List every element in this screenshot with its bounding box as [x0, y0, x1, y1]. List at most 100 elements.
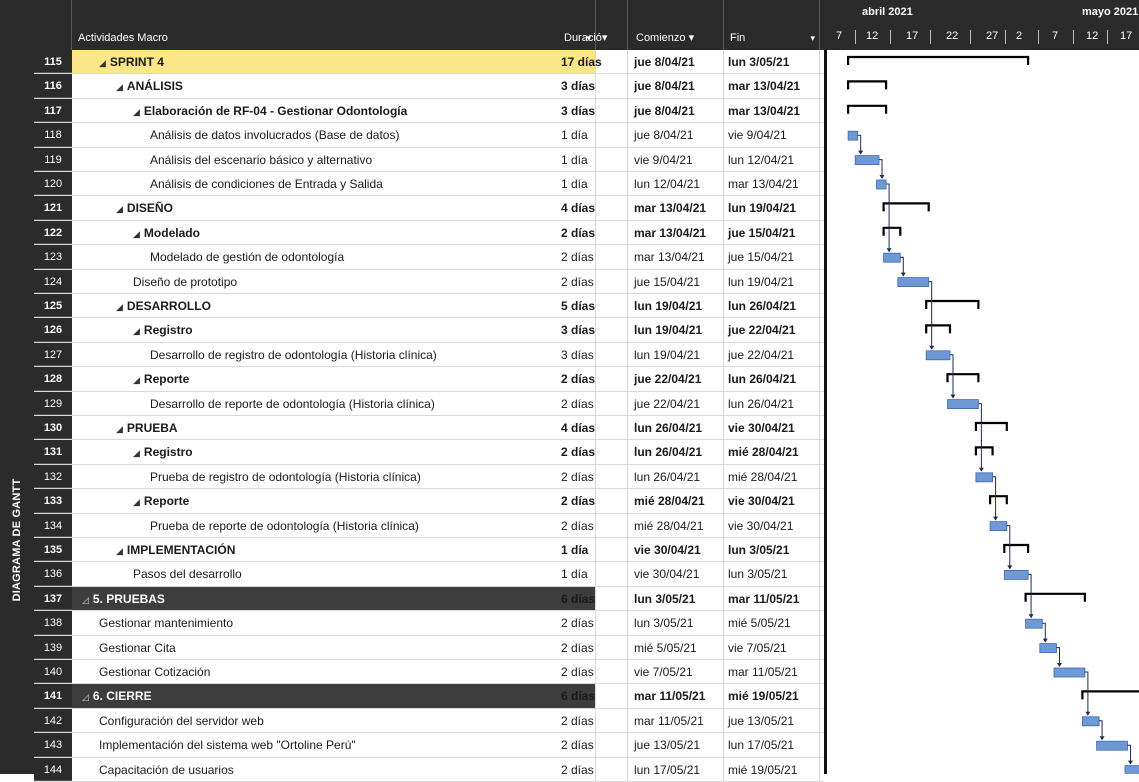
task-row[interactable]: 123 Modelado de gestión de odontología 2 d…: [34, 245, 824, 270]
task-name-cell[interactable]: Prueba de reporte de odontología (Histor…: [72, 513, 596, 537]
start-date-cell[interactable]: jue 8/04/21: [630, 50, 724, 74]
task-bar[interactable]: [883, 252, 901, 263]
end-date-cell[interactable]: lun 17/05/21: [724, 733, 820, 757]
duration-cell[interactable]: 2 días: [558, 391, 628, 415]
start-date-cell[interactable]: lun 19/04/21: [630, 342, 724, 367]
summary-bar[interactable]: [946, 373, 980, 383]
row-id[interactable]: 118: [34, 123, 72, 147]
start-date-cell[interactable]: mié 28/04/21: [630, 489, 724, 513]
task-name-cell[interactable]: Gestionar Cotización: [72, 660, 596, 684]
task-row[interactable]: 129 Desarrollo de reporte de odontología …: [34, 391, 824, 416]
duration-cell[interactable]: 6 días: [558, 684, 628, 708]
end-date-cell[interactable]: mié 5/05/21: [724, 611, 820, 635]
summary-bar[interactable]: [925, 324, 952, 334]
duration-cell[interactable]: 1 día: [558, 123, 628, 147]
end-date-cell[interactable]: lun 19/04/21: [724, 269, 820, 293]
end-date-cell[interactable]: mié 28/04/21: [724, 464, 820, 489]
collapse-triangle-icon[interactable]: ◢: [116, 424, 123, 434]
task-name-cell[interactable]: ◿ 6. CIERRE: [72, 684, 596, 708]
start-date-cell[interactable]: jue 22/04/21: [630, 367, 724, 391]
task-bar[interactable]: [947, 399, 979, 410]
collapse-triangle-icon[interactable]: ◢: [116, 204, 123, 214]
collapse-triangle-icon[interactable]: ◢: [116, 546, 123, 556]
task-row[interactable]: 144 Capacitación de usuarios 2 días lun 17/…: [34, 757, 824, 782]
row-id[interactable]: 115: [34, 50, 72, 74]
row-id[interactable]: 129: [34, 391, 72, 415]
end-date-cell[interactable]: lun 3/05/21: [724, 50, 820, 74]
end-date-cell[interactable]: lun 19/04/21: [724, 196, 820, 220]
task-row[interactable]: 142 Configuración del servidor web 2 días m…: [34, 708, 824, 734]
summary-bar[interactable]: [1081, 690, 1139, 700]
end-date-cell[interactable]: vie 7/05/21: [724, 635, 820, 659]
end-date-cell[interactable]: lun 26/04/21: [724, 391, 820, 415]
task-row[interactable]: 134 Prueba de reporte de odontología (His…: [34, 513, 824, 538]
task-row[interactable]: 130 ◢ PRUEBA 4 días lun 26/04/21 vie 30/04/21: [34, 416, 824, 441]
summary-bar[interactable]: [925, 299, 980, 309]
task-row[interactable]: 133 ◢ Reporte 2 días mié 28/04/21 vie 30/04/2…: [34, 489, 824, 514]
task-bar[interactable]: [925, 350, 951, 361]
end-date-cell[interactable]: jue 13/05/21: [724, 708, 820, 733]
task-row[interactable]: 121 ◢ DISEÑO 4 días mar 13/04/21 lun 19/04/21: [34, 196, 824, 221]
task-name-cell[interactable]: ◢ DESARROLLO: [72, 294, 596, 318]
summary-bar[interactable]: [882, 226, 902, 236]
row-id[interactable]: 121: [34, 196, 72, 220]
task-row[interactable]: 115 ◢ SPRINT 4 17 días jue 8/04/21 lun 3/05/2…: [34, 50, 824, 75]
task-name-cell[interactable]: ◿ 5. PRUEBAS: [72, 586, 596, 611]
task-bar[interactable]: [1053, 667, 1086, 678]
start-date-cell[interactable]: jue 8/04/21: [630, 123, 724, 147]
task-name-cell[interactable]: ◢ Registro: [72, 440, 596, 464]
duration-cell[interactable]: 2 días: [558, 513, 628, 537]
task-name-cell[interactable]: Modelado de gestión de odontología: [72, 245, 596, 269]
duration-cell[interactable]: 6 días: [558, 586, 628, 611]
duration-cell[interactable]: 1 día: [558, 147, 628, 171]
task-name-cell[interactable]: ◢ ANÁLISIS: [72, 74, 596, 98]
start-date-cell[interactable]: vie 30/04/21: [630, 562, 724, 586]
row-id[interactable]: 125: [34, 294, 72, 318]
row-index-header[interactable]: [34, 0, 72, 50]
duration-cell[interactable]: 2 días: [558, 440, 628, 464]
duration-cell[interactable]: 2 días: [558, 757, 628, 781]
collapse-triangle-icon[interactable]: ◢: [133, 497, 140, 507]
start-date-cell[interactable]: mar 13/04/21: [630, 220, 724, 245]
summary-bar[interactable]: [847, 104, 888, 114]
task-name-cell[interactable]: ◢ SPRINT 4: [72, 50, 596, 74]
col-header-actividades[interactable]: Actividades Macro ▾: [72, 0, 596, 50]
collapse-triangle-icon[interactable]: ◢: [133, 229, 140, 239]
end-date-cell[interactable]: lun 3/05/21: [724, 562, 820, 586]
end-date-cell[interactable]: jue 22/04/21: [724, 342, 820, 367]
task-row[interactable]: 126 ◢ Registro 3 días lun 19/04/21 jue 22/04/…: [34, 318, 824, 343]
duration-cell[interactable]: 2 días: [558, 611, 628, 635]
duration-cell[interactable]: 4 días: [558, 196, 628, 220]
start-date-cell[interactable]: jue 15/04/21: [630, 269, 724, 293]
start-date-cell[interactable]: mar 13/04/21: [630, 245, 724, 269]
task-bar[interactable]: [897, 277, 930, 288]
end-date-cell[interactable]: vie 9/04/21: [724, 123, 820, 147]
row-id[interactable]: 140: [34, 660, 72, 684]
start-date-cell[interactable]: lun 26/04/21: [630, 416, 724, 440]
end-date-cell[interactable]: mié 28/04/21: [724, 440, 820, 464]
task-name-cell[interactable]: Prueba de registro de odontología (Histo…: [72, 464, 596, 489]
task-row[interactable]: 127 Desarrollo de registro de odontología…: [34, 342, 824, 368]
start-date-cell[interactable]: lun 19/04/21: [630, 318, 724, 342]
end-date-cell[interactable]: mar 13/04/21: [724, 172, 820, 196]
duration-cell[interactable]: 2 días: [558, 660, 628, 684]
duration-cell[interactable]: 2 días: [558, 489, 628, 513]
row-id[interactable]: 144: [34, 757, 72, 781]
row-id[interactable]: 137: [34, 586, 72, 611]
task-name-cell[interactable]: ◢ DISEÑO: [72, 196, 596, 220]
row-id[interactable]: 123: [34, 245, 72, 269]
collapse-triangle-icon[interactable]: ◢: [133, 448, 140, 458]
task-name-cell[interactable]: Diseño de prototipo: [72, 269, 596, 293]
start-date-cell[interactable]: lun 12/04/21: [630, 172, 724, 196]
task-bar[interactable]: [1081, 716, 1100, 727]
task-row[interactable]: 118 Análisis de datos involucrados (Base …: [34, 123, 824, 148]
col-header-duracion[interactable]: Duració▾: [558, 0, 628, 50]
end-date-cell[interactable]: jue 15/04/21: [724, 245, 820, 269]
task-name-cell[interactable]: Implementación del sistema web "Ortoline…: [72, 733, 596, 757]
duration-cell[interactable]: 1 día: [558, 172, 628, 196]
timescale[interactable]: abril 2021 mayo 2021 7 12 17 22 27 2 7 12 17: [822, 0, 1139, 50]
duration-cell[interactable]: 3 días: [558, 74, 628, 98]
end-date-cell[interactable]: lun 26/04/21: [724, 294, 820, 318]
task-name-cell[interactable]: Análisis del escenario básico y alternat…: [72, 147, 596, 171]
end-date-cell[interactable]: lun 3/05/21: [724, 538, 820, 562]
